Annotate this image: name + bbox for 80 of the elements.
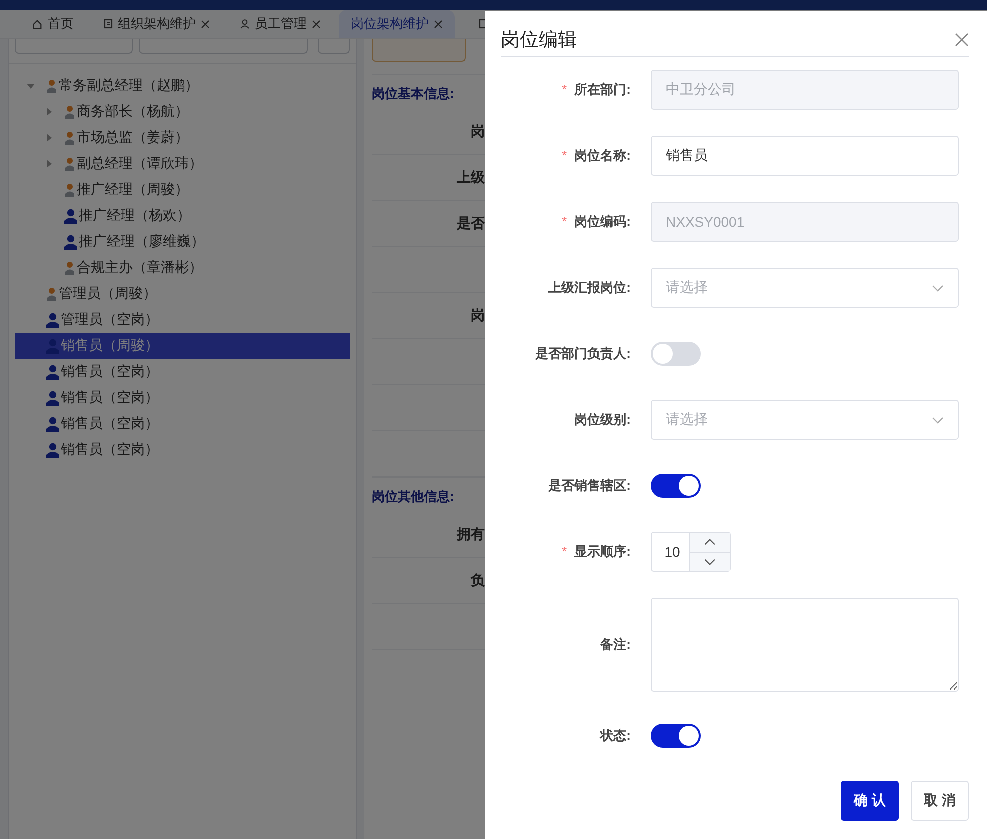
close-icon[interactable] [201,20,210,28]
person-icon [46,442,60,458]
confirm-button[interactable]: 确 认 [841,781,899,821]
tree-item[interactable]: 推广经理（周骏） [15,177,350,203]
required-mark: * [562,544,568,559]
chevron-down-icon [932,416,944,424]
person-icon [46,416,60,432]
input-field[interactable] [318,39,350,54]
select-field[interactable]: 请选择 [651,400,959,440]
tab[interactable]: 首页 [20,10,86,38]
person-icon [64,208,78,224]
field-label: 上级汇报岗位: [548,280,631,295]
select-field[interactable]: 请选择 [651,268,959,308]
person-icon [64,157,76,171]
tree-item[interactable]: 商务部长（杨航） [15,99,350,125]
home-icon [32,18,43,30]
person-icon [46,364,60,380]
field-label: 显示顺序: [574,544,631,559]
tab[interactable]: 员工管理 [228,10,333,38]
text-area[interactable] [651,598,959,692]
toggle-switch[interactable] [651,474,701,498]
person-icon [46,287,58,301]
person-icon [64,105,76,119]
field-label: 上级 [457,168,485,186]
person-icon [64,261,76,275]
tree-item[interactable]: 销售员（空岗） [15,385,350,411]
field-label: 备注: [600,637,631,652]
person-icon [46,312,60,328]
field-label: 是否销售辖区: [548,478,631,493]
document-icon [104,19,113,29]
person-icon [64,131,76,145]
field-label: 状态: [600,728,631,743]
tree-item[interactable]: 合规主办（章潘彬） [15,255,350,281]
field-label: 岗位名称: [574,148,631,163]
required-mark: * [562,148,568,163]
tree-item[interactable]: 常务副总经理（赵鹏） [15,73,350,99]
caret-icon[interactable] [45,108,53,116]
close-icon[interactable] [955,33,969,47]
chevron-down-icon [932,284,944,292]
edit-button[interactable] [372,39,466,62]
input-field[interactable]: 销售员 [651,136,959,176]
tree-item[interactable]: 推广经理（杨欢） [15,203,350,229]
tab[interactable]: 岗位架构维护 [339,10,455,38]
person-icon [64,234,78,250]
required-mark: * [562,82,568,97]
toggle-switch[interactable] [651,342,701,366]
caret-icon[interactable] [45,160,53,168]
tree-item[interactable]: 副总经理（谭欣玮） [15,151,350,177]
close-icon[interactable] [434,20,443,28]
close-icon[interactable] [312,20,321,28]
caret-icon[interactable] [45,134,53,142]
field-label: 是否部门负责人: [536,346,631,361]
caret-icon[interactable] [27,82,35,90]
tree-item[interactable]: 推广经理（廖维巍） [15,229,350,255]
field-label: 岗位编码: [574,214,631,229]
input-field[interactable] [15,39,133,54]
input-field[interactable] [138,39,308,54]
tree-item[interactable]: 管理员（空岗） [15,307,350,333]
field-label: 是否 [457,214,485,232]
field-label: 负 [471,572,485,590]
person-icon [46,79,58,93]
tree-item[interactable]: 销售员（周骏） [15,333,350,359]
tab[interactable]: 组织架构维护 [92,10,222,38]
cancel-button[interactable]: 取 消 [911,781,969,821]
field-label: 拥有 [457,526,485,544]
dialog-title: 岗位编辑 [501,29,577,53]
person-icon [64,183,76,197]
person-icon [46,390,60,406]
tree-item[interactable]: 销售员（空岗） [15,411,350,437]
field-label: 岗位级别: [574,412,631,427]
toggle-switch[interactable] [651,724,701,748]
tree-item[interactable]: 管理员（周骏） [15,281,350,307]
required-mark: * [562,214,568,229]
tree-item[interactable]: 销售员（空岗） [15,359,350,385]
tree-item[interactable]: 销售员（空岗） [15,437,350,463]
field-label: 岗 [471,306,485,324]
user-icon [240,19,250,29]
field-label: 岗 [471,122,485,140]
tree-item[interactable]: 市场总监（姜蔚） [15,125,350,151]
field-label: 所在部门: [574,82,631,97]
